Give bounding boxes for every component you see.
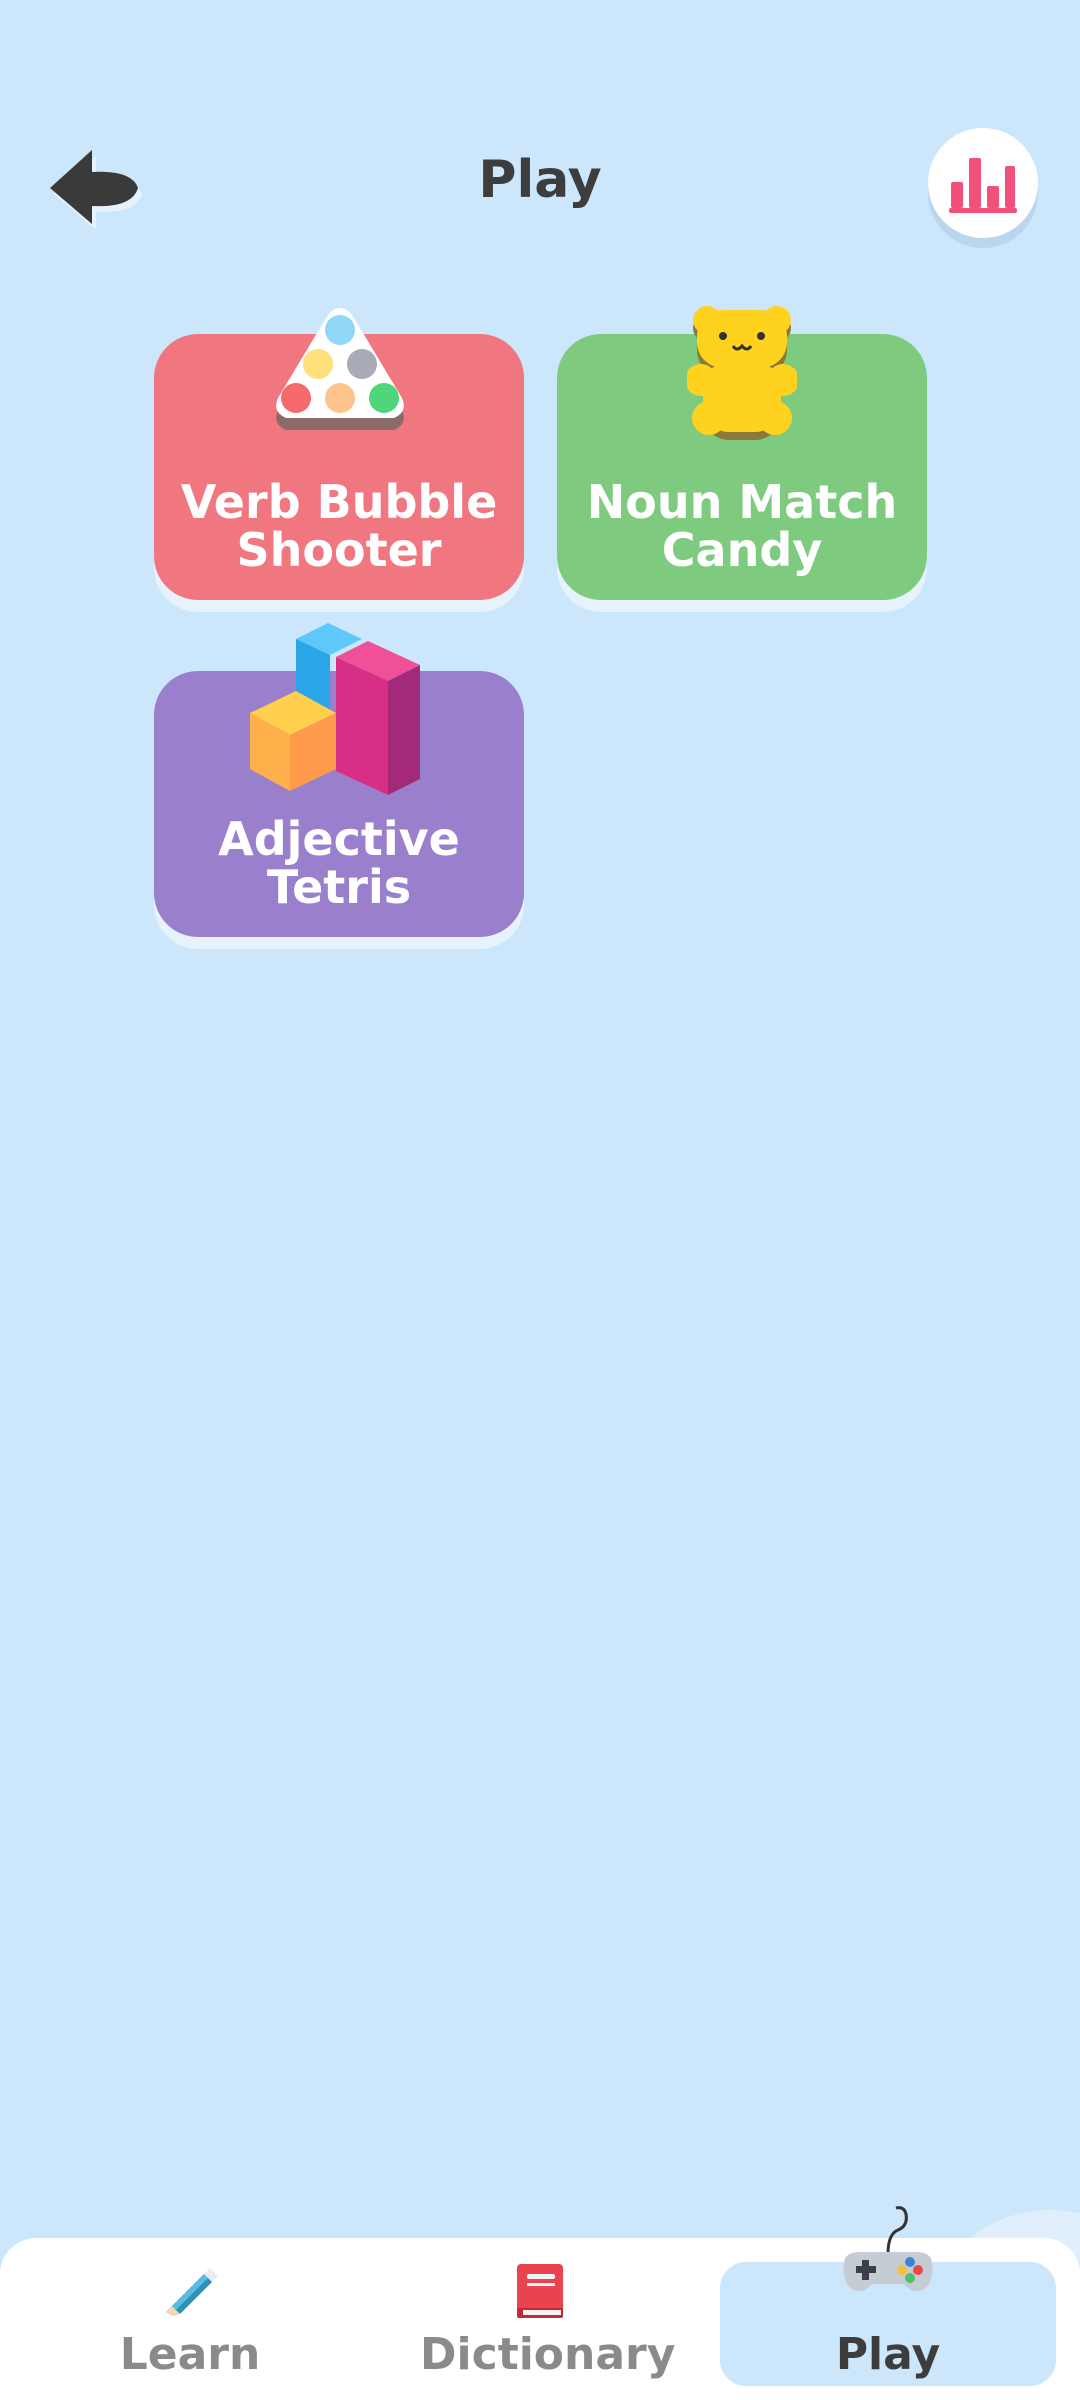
game-card-label: Adjective Tetris (154, 815, 524, 911)
nav-item-dictionary[interactable]: Dictionary (420, 2262, 676, 2386)
nav-label: Learn (119, 2329, 261, 2380)
game-card-adjective-tetris[interactable]: Adjective Tetris (154, 623, 524, 937)
stats-button[interactable] (928, 128, 1038, 238)
bubble-rack-icon (276, 308, 404, 430)
header: Play (0, 0, 1080, 260)
gamepad-icon (843, 2206, 933, 2292)
game-title-line1: Noun Match (586, 475, 898, 529)
game-card-label: Noun Match Candy (557, 478, 927, 574)
nav-label: Play (835, 2329, 941, 2380)
game-title-line2: Candy (661, 523, 823, 577)
game-card-verb-bubble-shooter[interactable]: Verb Bubble Shooter (154, 308, 524, 600)
game-title-line1: Adjective (218, 812, 460, 866)
bar-chart-icon (949, 158, 1017, 213)
book-icon (517, 2264, 563, 2318)
nav-label: Dictionary (420, 2329, 676, 2380)
gummy-bear-icon (687, 306, 797, 440)
pencil-icon (166, 2268, 218, 2316)
game-card-noun-match-candy[interactable]: Noun Match Candy (557, 306, 927, 600)
page-title: Play (478, 150, 602, 210)
game-title-line1: Verb Bubble (180, 475, 498, 529)
game-title-line2: Tetris (266, 860, 412, 914)
blocks-icon (250, 623, 420, 795)
game-title-line2: Shooter (236, 523, 442, 577)
nav-item-learn[interactable]: Learn (70, 2262, 310, 2386)
bottom-nav: Learn Dictionary Play (0, 2206, 1080, 2400)
game-card-label: Verb Bubble Shooter (154, 478, 524, 574)
nav-item-play[interactable]: Play (720, 2206, 1056, 2386)
